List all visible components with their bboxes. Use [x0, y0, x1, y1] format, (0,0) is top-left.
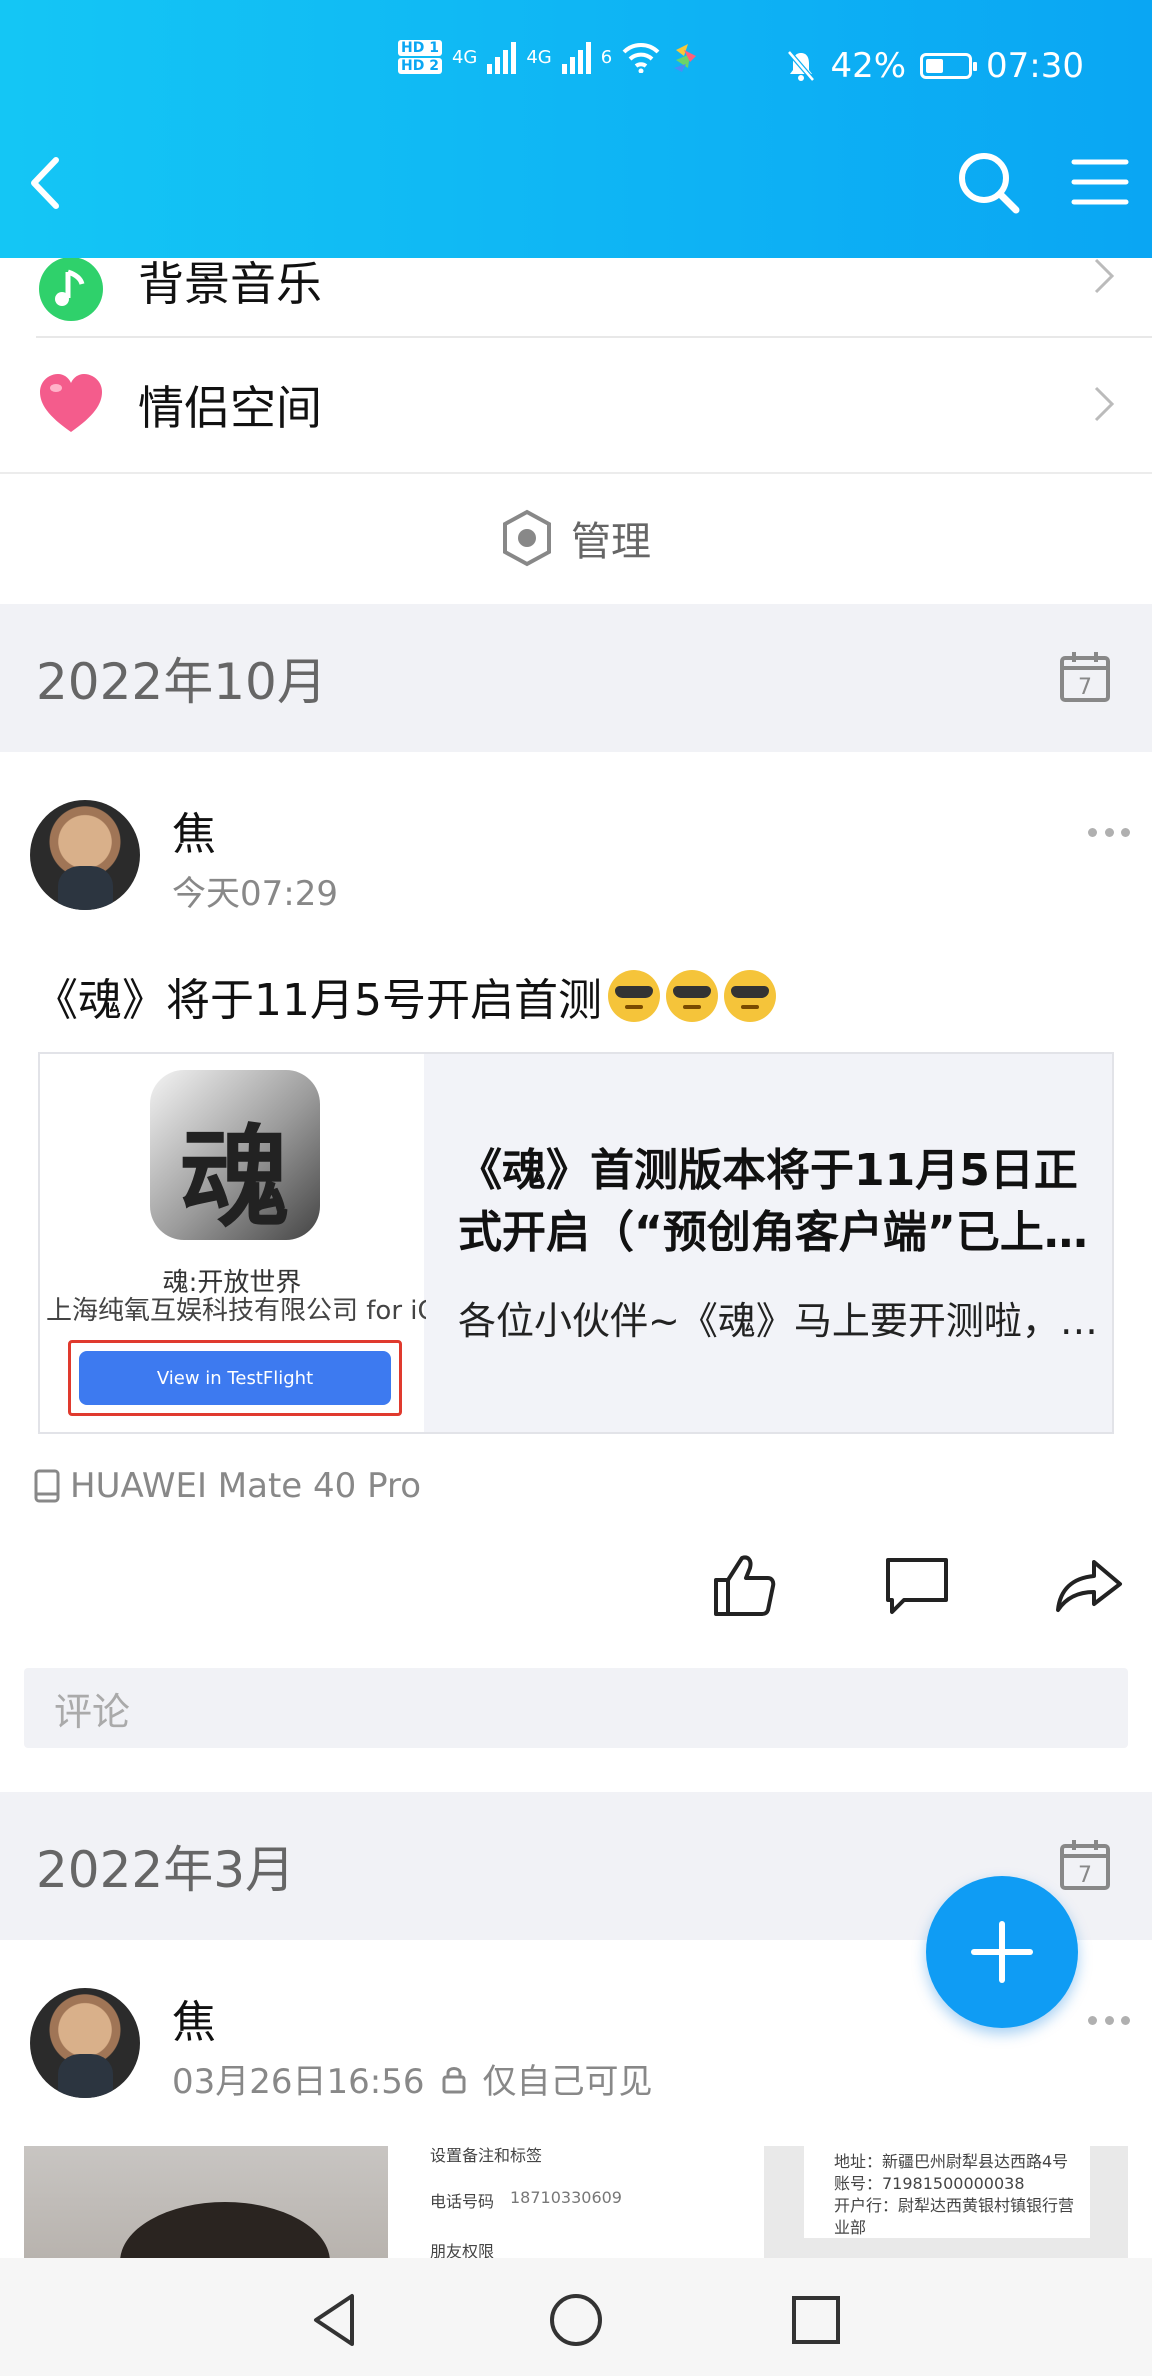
status-time: 07:30	[986, 46, 1084, 86]
more-options-icon[interactable]	[1088, 2016, 1130, 2028]
top-header: HD 1 HD 2 4G 4G 6 42% 07:30	[0, 0, 1152, 258]
wifi-badge: 6	[600, 46, 613, 68]
battery-icon	[920, 53, 978, 79]
lock-icon	[442, 2066, 466, 2093]
link-description: 各位小伙伴~《魂》马上要开测啦，大家准备好了吗？	[458, 1299, 1098, 1343]
svg-text:7: 7	[1078, 675, 1092, 700]
sunglasses-emoji-icon	[607, 970, 660, 1022]
network-type-2: 4G	[526, 46, 552, 68]
post-text-content: 《魂》将于11月5号开启首测	[34, 975, 602, 1026]
comment-placeholder: 评论	[54, 1689, 131, 1734]
post-text: 《魂》将于11月5号开启首测	[34, 964, 776, 1028]
hexagon-gear-icon	[503, 509, 551, 567]
svg-text:7: 7	[1078, 1863, 1092, 1888]
triangle-back-icon[interactable]	[306, 2290, 366, 2350]
photo-thumbnail[interactable]	[24, 2146, 388, 2258]
post-time: 今天07:29	[172, 866, 338, 915]
app-screen: HD 1 HD 2 4G 4G 6 42% 07:30 背景音乐 情侣空间 管理…	[0, 0, 1152, 2376]
avatar[interactable]	[30, 800, 140, 910]
status-signals: HD 1 HD 2 4G 4G 6	[398, 40, 700, 74]
manage-button[interactable]: 管理	[0, 472, 1152, 602]
hd1-badge: HD 1	[398, 40, 442, 56]
photo-text: 开户行：尉犁达西黄银村镇银行营	[834, 2196, 1075, 2215]
visibility-label: 仅自己可见	[482, 2062, 653, 2102]
post-username[interactable]: 焦	[172, 1986, 216, 2050]
photo-text: 电话号码	[430, 2192, 495, 2211]
calendar-icon[interactable]: 7	[1058, 1838, 1112, 1892]
list-item-couple-space[interactable]: 情侣空间	[0, 338, 1152, 470]
photo-text: 地址：新疆巴州尉犁县达西路4号	[834, 2152, 1069, 2171]
like-thumb-icon[interactable]	[708, 1550, 778, 1620]
photo-text: 18710330609	[510, 2188, 622, 2207]
more-options-icon[interactable]	[1088, 828, 1130, 840]
device-info: HUAWEI Mate 40 Pro	[34, 1466, 421, 1506]
app-notification-icon	[674, 44, 697, 72]
music-note-icon	[39, 257, 103, 321]
testflight-button: View in TestFlight	[79, 1351, 391, 1405]
calendar-icon[interactable]: 7	[1058, 650, 1112, 704]
comment-input[interactable]: 评论	[24, 1668, 1128, 1748]
device-name: HUAWEI Mate 40 Pro	[70, 1466, 422, 1506]
plus-icon	[971, 1921, 1033, 1983]
hamburger-menu-icon[interactable]	[1070, 154, 1130, 210]
photo-grid: 设置备注和标签 电话号码 18710330609 朋友权限 地址：新疆巴州尉犁县…	[24, 2146, 1128, 2258]
photo-thumbnail[interactable]: 地址：新疆巴州尉犁县达西路4号 账号：71981500000038 开户行：尉犁…	[764, 2146, 1128, 2258]
hd-badges: HD 1 HD 2	[398, 40, 442, 74]
testflight-highlight: View in TestFlight	[68, 1340, 402, 1416]
link-card[interactable]: 魂 魂:开放世界 上海纯氧互娱科技有限公司 for iOS View in Te…	[38, 1052, 1114, 1434]
battery-percent: 42%	[830, 46, 907, 86]
search-icon[interactable]	[954, 148, 1024, 218]
circle-home-icon[interactable]	[546, 2290, 606, 2350]
heart-icon	[40, 374, 102, 432]
chevron-left-icon[interactable]	[18, 148, 78, 218]
network-type-1: 4G	[451, 46, 478, 68]
post-time-text: 03月26日16:56	[172, 2062, 425, 2102]
wifi-icon	[622, 42, 660, 73]
system-nav-bar	[0, 2258, 1152, 2376]
month-header: 2022年10月 7	[0, 604, 1152, 752]
month-title: 2022年3月	[36, 1841, 296, 1899]
status-bar: HD 1 HD 2 4G 4G 6 42% 07:30	[0, 40, 1152, 100]
photo-text: 朋友权限	[430, 2242, 495, 2258]
month-title: 2022年10月	[36, 653, 327, 711]
app-logo-glyph: 魂	[180, 1113, 290, 1240]
post-time-text: 今天07:29	[172, 874, 338, 914]
app-developer: 上海纯氧互娱科技有限公司 for iOS	[46, 1296, 426, 1326]
link-thumbnail: 魂 魂:开放世界 上海纯氧互娱科技有限公司 for iOS View in Te…	[40, 1054, 426, 1432]
list-item-label: 情侣空间	[138, 381, 322, 435]
comment-icon[interactable]	[882, 1550, 952, 1620]
post-username[interactable]: 焦	[172, 798, 216, 862]
phone-icon	[34, 1469, 60, 1503]
status-right: 42% 07:30	[786, 46, 1084, 86]
mute-bell-icon	[787, 50, 816, 82]
photo-text: 设置备注和标签	[430, 2146, 543, 2165]
chevron-right-icon	[1094, 258, 1115, 294]
photo-thumbnail[interactable]: 设置备注和标签 电话号码 18710330609 朋友权限	[394, 2146, 758, 2258]
square-recent-icon[interactable]	[786, 2290, 846, 2350]
avatar[interactable]	[30, 1988, 140, 2098]
photo-text: 账号：71981500000038	[834, 2174, 1025, 2193]
signal-bars-icon	[487, 40, 517, 74]
chevron-right-icon	[1094, 386, 1115, 422]
photo-text: 业部	[834, 2218, 867, 2237]
sunglasses-emoji-icon	[665, 970, 718, 1022]
post-time: 03月26日16:56 仅自己可见	[172, 2054, 653, 2103]
add-post-button[interactable]	[926, 1876, 1078, 2028]
manage-label: 管理	[571, 519, 651, 565]
app-logo-icon: 魂	[150, 1070, 320, 1240]
sunglasses-emoji-icon	[723, 970, 776, 1022]
share-icon[interactable]	[1054, 1550, 1124, 1620]
signal-bars-icon-2	[561, 40, 591, 74]
hd2-badge: HD 2	[398, 58, 442, 74]
link-title: 《魂》首测版本将于11月5日正式开启（“预创角客户端”已上线）	[458, 1145, 1078, 1258]
